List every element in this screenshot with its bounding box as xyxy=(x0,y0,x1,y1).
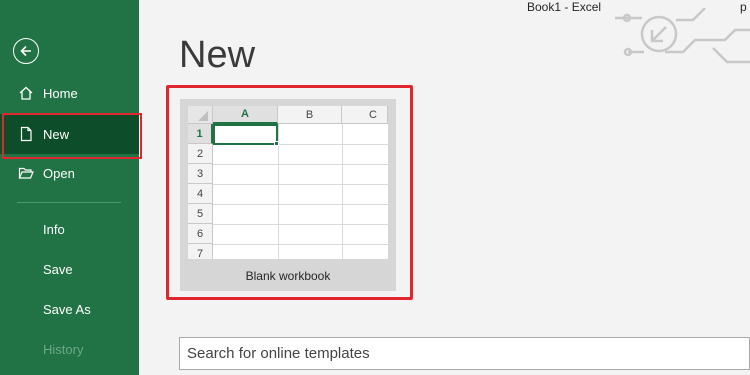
new-file-icon xyxy=(17,125,35,143)
row-header: 4 xyxy=(188,184,213,204)
page-title: New xyxy=(179,34,256,76)
back-button[interactable] xyxy=(13,38,39,64)
sidebar-item-label: Open xyxy=(43,165,75,181)
gridline xyxy=(213,184,388,185)
sidebar-item-home[interactable]: Home xyxy=(0,73,139,113)
gridline xyxy=(213,204,388,205)
active-cell xyxy=(213,124,278,145)
sidebar-item-open[interactable]: Open xyxy=(0,153,139,193)
gridline xyxy=(213,224,388,225)
sidebar-divider xyxy=(17,202,121,203)
window-title: Book1 - Excel xyxy=(527,0,602,14)
sidebar-item-label: New xyxy=(43,126,70,142)
template-search-input[interactable] xyxy=(187,345,727,362)
row-header: 6 xyxy=(188,224,213,244)
row-header: 7 xyxy=(188,244,213,259)
home-icon xyxy=(17,84,35,102)
sidebar-item-label: Save xyxy=(43,261,73,277)
sidebar-item-save[interactable]: Save xyxy=(0,249,139,289)
sidebar-item-new[interactable]: New xyxy=(0,113,142,159)
blank-workbook-template[interactable]: A B C 1 2 3 4 5 6 7 Blank workbook xyxy=(180,99,396,291)
open-folder-icon xyxy=(17,164,35,182)
row-header: 5 xyxy=(188,204,213,224)
back-arrow-icon xyxy=(20,45,31,57)
sidebar-item-label: History xyxy=(43,341,84,357)
column-header: C xyxy=(342,106,388,124)
sidebar-item-save-as[interactable]: Save As xyxy=(0,289,139,329)
row-header: 3 xyxy=(188,164,213,184)
template-search-box[interactable] xyxy=(179,337,750,370)
row-header: 2 xyxy=(188,144,213,164)
column-header: A xyxy=(213,106,278,124)
template-label: Blank workbook xyxy=(245,269,331,283)
circuit-decoration-icon xyxy=(615,8,750,64)
column-header: B xyxy=(278,106,342,124)
fill-handle xyxy=(274,141,279,146)
gridline xyxy=(213,244,388,245)
gridline xyxy=(213,164,388,165)
select-all-corner xyxy=(188,106,213,124)
sidebar-item-label: Info xyxy=(43,221,65,237)
blank-workbook-preview: A B C 1 2 3 4 5 6 7 xyxy=(188,106,388,259)
backstage-sidebar: Home New Open Info Save Save As History xyxy=(0,0,142,375)
sidebar-item-info[interactable]: Info xyxy=(0,209,139,249)
sidebar-item-label: Home xyxy=(43,85,78,101)
row-header: 1 xyxy=(188,124,213,144)
sidebar-item-history: History xyxy=(0,329,139,369)
sidebar-item-label: Save As xyxy=(43,301,91,317)
